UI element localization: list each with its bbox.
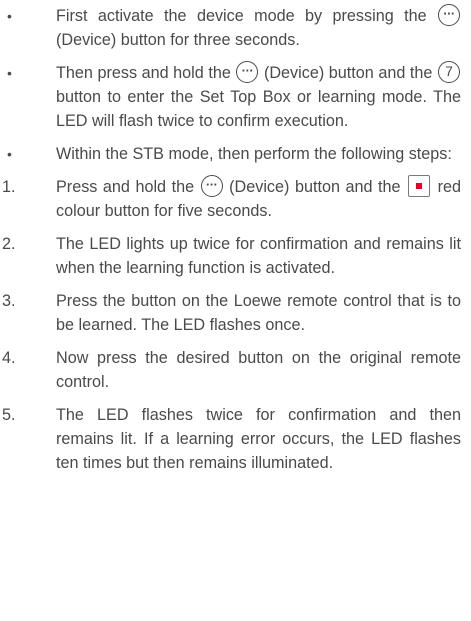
- step-item: 5. The LED flashes twice for confirmatio…: [0, 403, 471, 475]
- step-number: 3.: [2, 292, 16, 310]
- text-segment: Press and hold the: [56, 178, 200, 196]
- bullet-item: • Within the STB mode, then perform the …: [0, 142, 471, 166]
- text-segment: (Device) button and the: [259, 64, 437, 82]
- red-button-icon: [408, 174, 431, 197]
- device-button-icon: ···: [236, 60, 259, 83]
- step-text: Now press the desired button on the orig…: [56, 349, 461, 391]
- step-number: 5.: [2, 406, 16, 424]
- step-text: Press and hold the ··· (Device) button a…: [56, 174, 461, 223]
- text-segment: Then press and hold the: [56, 64, 236, 82]
- step-number: 2.: [2, 235, 16, 253]
- step-text: The LED flashes twice for confirmation a…: [56, 406, 461, 472]
- device-button-icon: ···: [200, 174, 223, 197]
- text-segment: (Device) button and the: [223, 178, 407, 196]
- step-item: 1. Press and hold the ··· (Device) butto…: [0, 174, 471, 223]
- step-number: 1.: [2, 178, 16, 196]
- bullet-text: First activate the device mode by pressi…: [56, 3, 461, 52]
- step-item: 4. Now press the desired button on the o…: [0, 346, 471, 394]
- step-text: The LED lights up twice for confirmation…: [56, 235, 461, 277]
- bullet-item: • First activate the device mode by pres…: [0, 3, 471, 52]
- bullet-marker: •: [7, 146, 12, 162]
- step-item: 2. The LED lights up twice for confirmat…: [0, 232, 471, 280]
- step-number: 4.: [2, 349, 16, 367]
- step-item: 3. Press the button on the Loewe remote …: [0, 289, 471, 337]
- instruction-document: • First activate the device mode by pres…: [0, 0, 471, 475]
- bullet-marker: •: [7, 65, 12, 81]
- bullet-text: Then press and hold the ··· (Device) but…: [56, 60, 461, 133]
- text-segment: First activate the device mode by pressi…: [56, 7, 437, 25]
- bullet-item: • Then press and hold the ··· (Device) b…: [0, 60, 471, 133]
- step-text: Press the button on the Loewe remote con…: [56, 292, 461, 334]
- bullet-marker: •: [7, 8, 12, 24]
- text-segment: button to enter the Set Top Box or learn…: [56, 88, 461, 130]
- number-seven-button-icon: 7: [438, 60, 460, 83]
- text-segment: (Device) button for three seconds.: [56, 31, 300, 49]
- device-button-icon: ···: [438, 3, 460, 26]
- bullet-text: Within the STB mode, then perform the fo…: [56, 145, 452, 163]
